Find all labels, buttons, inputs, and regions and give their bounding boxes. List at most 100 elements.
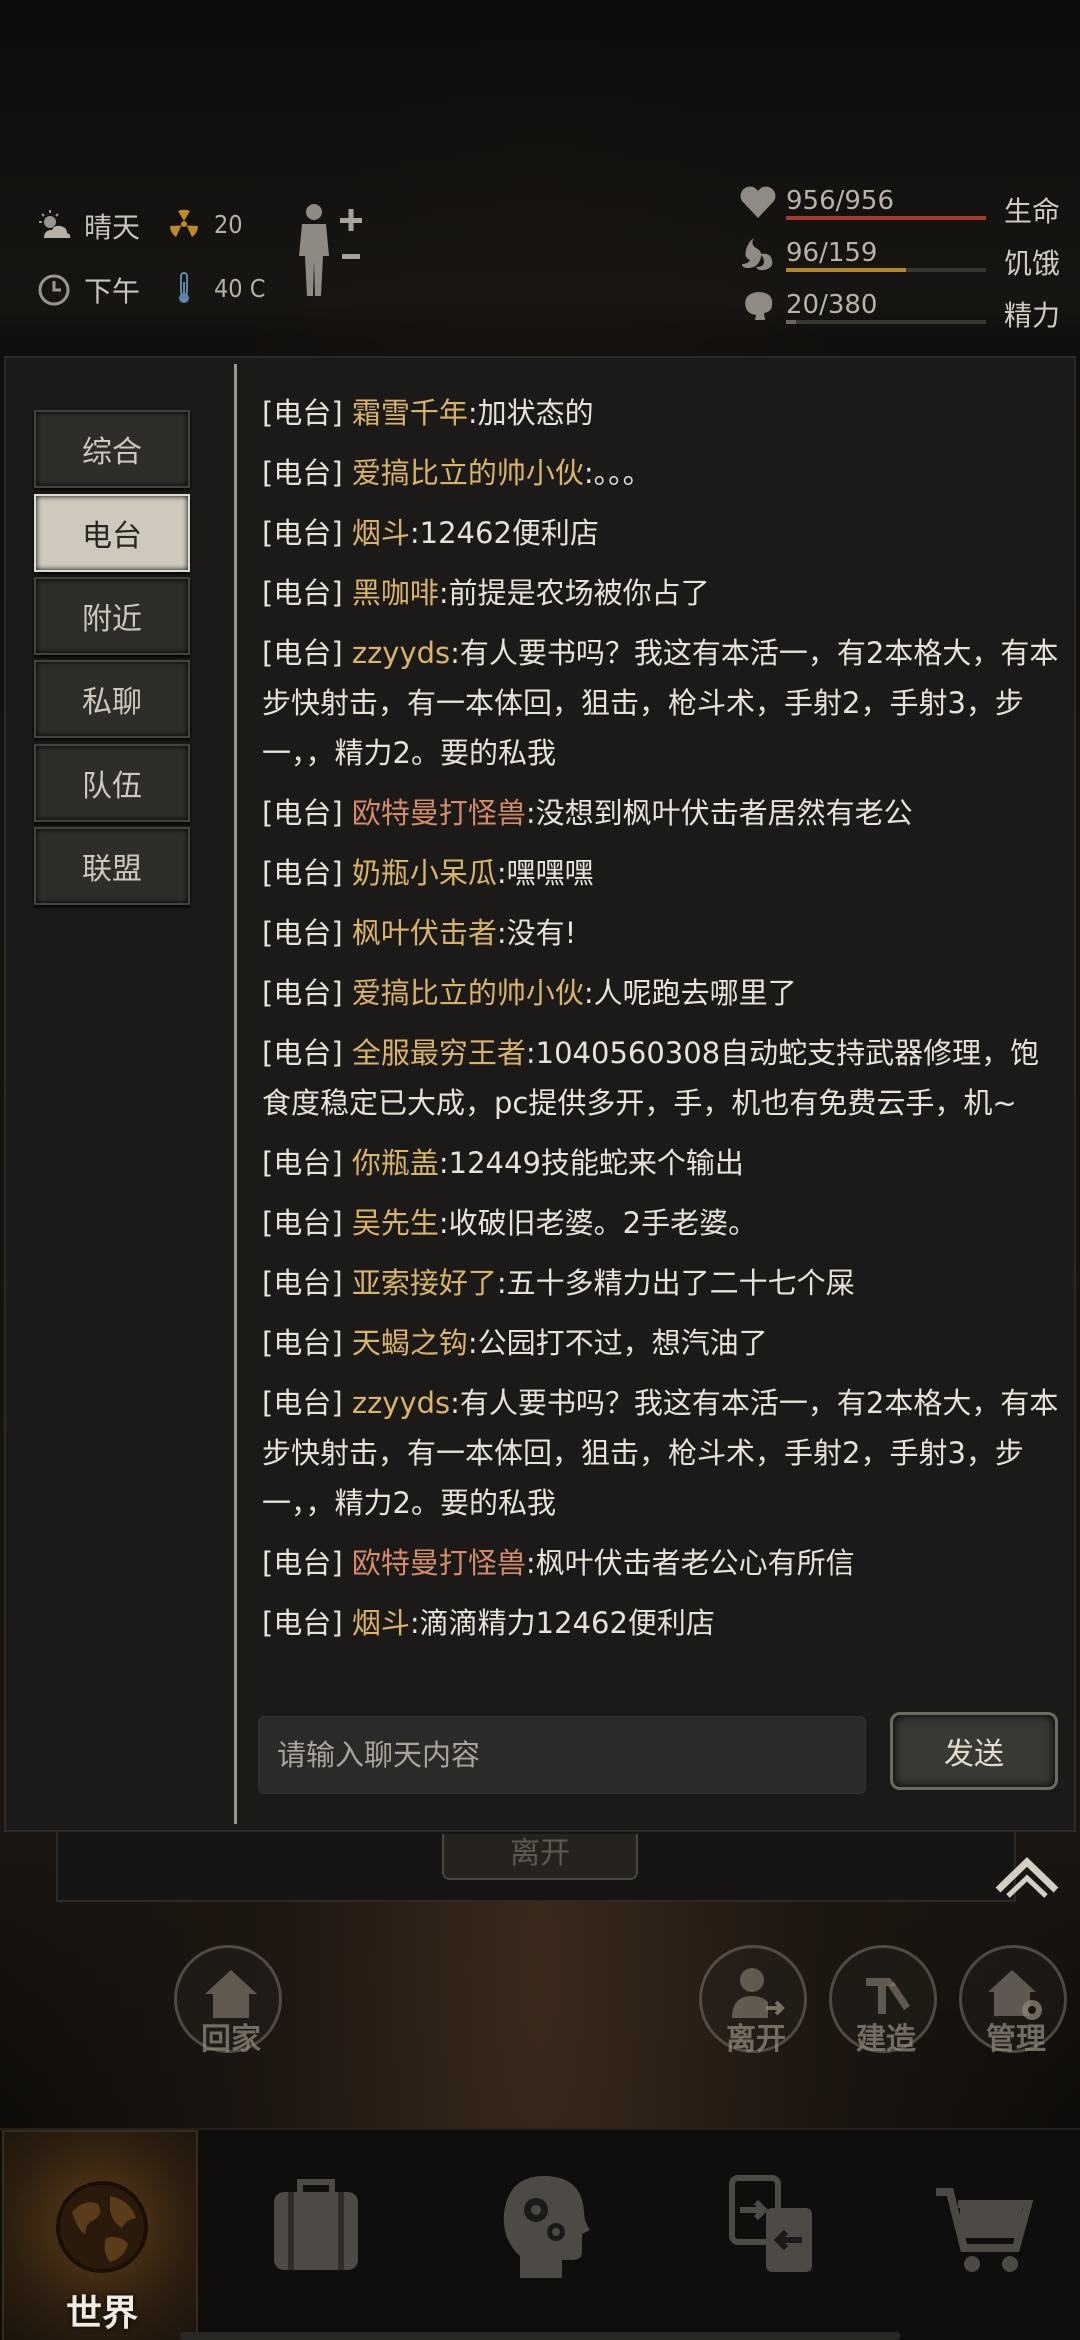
hunger-label: 饥饿 bbox=[1003, 247, 1060, 280]
chat-channel-sidebar: 综合 电台 附近 私聊 队伍 联盟 bbox=[6, 358, 234, 1830]
message-sender[interactable]: zzyyds bbox=[352, 1386, 450, 1420]
message-channel: [电台] bbox=[262, 1386, 343, 1420]
exchange-documents-icon bbox=[729, 2175, 812, 2272]
message-sender[interactable]: 烟斗 bbox=[352, 516, 410, 550]
message-channel: [电台] bbox=[262, 1266, 343, 1300]
tab-general[interactable]: 综合 bbox=[34, 410, 190, 488]
send-button[interactable]: 发送 bbox=[890, 1712, 1058, 1790]
vital-meters: 956/956 生命 96/159 饥饿 20/380 精力 bbox=[730, 178, 1060, 334]
message-sender[interactable]: 烟斗 bbox=[352, 1606, 410, 1640]
chat-message: [电台] 奶瓶小呆瓜:嘿嘿嘿 bbox=[262, 848, 1062, 898]
tab-nearby[interactable]: 附近 bbox=[34, 577, 190, 655]
message-sender[interactable]: 吴先生 bbox=[352, 1206, 439, 1240]
message-sender[interactable]: 奶瓶小呆瓜 bbox=[352, 856, 497, 890]
chat-message: [电台] zzyyds:有人要书吗？我这有本活一，有2本格大，有本步快射击，有一… bbox=[262, 1378, 1062, 1528]
health-track bbox=[786, 216, 986, 220]
time-of-day-text: 下午 bbox=[84, 275, 141, 308]
message-sender[interactable]: 欧特曼打怪兽 bbox=[352, 1546, 526, 1580]
manage-button[interactable]: 管理 bbox=[959, 1945, 1067, 2057]
health-fill bbox=[786, 216, 986, 220]
health-value: 956/956 bbox=[786, 186, 895, 216]
message-text: :枫叶伏击者老公心有所信 bbox=[525, 1546, 855, 1580]
message-sender[interactable]: 爱搞比立的帅小伙 bbox=[352, 456, 584, 490]
clock-icon bbox=[38, 274, 70, 306]
chat-message: [电台] 枫叶伏击者:没有! bbox=[262, 908, 1062, 958]
chat-message: [电台] 爱搞比立的帅小伙:人呢跑去哪里了 bbox=[262, 968, 1062, 1018]
chat-message: [电台] 天蝎之钩:公园打不过，想汽油了 bbox=[262, 1318, 1062, 1368]
chat-message: [电台] 你瓶盖:12449技能蛇来个输出 bbox=[262, 1138, 1062, 1188]
temperature-value: 40 C bbox=[214, 273, 266, 303]
chat-message: [电台] 爱搞比立的帅小伙:。。。 bbox=[262, 448, 1062, 498]
hunger-meter: 96/159 饥饿 bbox=[730, 230, 1060, 282]
weather-indicator: 晴天 bbox=[36, 206, 140, 246]
body-status-icon[interactable] bbox=[296, 200, 366, 300]
nav-shop[interactable] bbox=[886, 2130, 1080, 2340]
message-text: :加状态的 bbox=[467, 396, 594, 430]
chat-message: [电台] 亚索接好了:五十多精力出了二十七个屎 bbox=[262, 1258, 1062, 1308]
temperature-indicator: 40 C bbox=[166, 270, 265, 306]
message-text: :12449技能蛇来个输出 bbox=[438, 1146, 744, 1180]
message-sender[interactable]: zzyyds bbox=[352, 636, 450, 670]
hunger-fill bbox=[786, 268, 906, 272]
message-text: :收破旧老婆。2手老婆。 bbox=[438, 1206, 758, 1240]
home-button[interactable]: 回家 bbox=[174, 1945, 282, 2057]
tab-team[interactable]: 队伍 bbox=[34, 744, 190, 822]
globe-icon bbox=[56, 2181, 148, 2273]
energy-fill bbox=[786, 320, 796, 324]
weather-text: 晴天 bbox=[84, 211, 141, 244]
message-sender[interactable]: 爱搞比立的帅小伙 bbox=[352, 976, 584, 1010]
tab-alliance[interactable]: 联盟 bbox=[34, 827, 190, 905]
message-channel: [电台] bbox=[262, 576, 343, 610]
chat-message: [电台] 霜雪千年:加状态的 bbox=[262, 388, 1062, 438]
message-sender[interactable]: 全服最穷王者 bbox=[352, 1036, 526, 1070]
message-text: :没有! bbox=[496, 916, 577, 950]
message-sender[interactable]: 你瓶盖 bbox=[352, 1146, 439, 1180]
message-channel: [电台] bbox=[262, 456, 343, 490]
message-channel: [电台] bbox=[262, 1606, 343, 1640]
brain-icon bbox=[745, 292, 773, 320]
message-channel: [电台] bbox=[262, 516, 343, 550]
message-channel: [电台] bbox=[262, 976, 343, 1010]
stomach-icon bbox=[742, 238, 773, 271]
radiation-value: 20 bbox=[214, 209, 243, 239]
health-label: 生命 bbox=[1003, 195, 1060, 228]
radiation-indicator: 20 bbox=[166, 206, 243, 242]
nav-world[interactable]: 世界 bbox=[2, 2130, 198, 2340]
bottom-navigation: 世界 bbox=[0, 2128, 1080, 2340]
chat-message: [电台] 吴先生:收破旧老婆。2手老婆。 bbox=[262, 1198, 1062, 1248]
message-channel: [电台] bbox=[262, 1146, 343, 1180]
collapse-chevron-icon[interactable] bbox=[992, 1850, 1062, 1900]
leave-button[interactable]: 离开 bbox=[699, 1945, 807, 2057]
nav-skills[interactable] bbox=[446, 2130, 642, 2340]
home-indicator bbox=[180, 2332, 900, 2340]
energy-label: 精力 bbox=[1003, 299, 1060, 332]
chat-message: [电台] 烟斗:12462便利店 bbox=[262, 508, 1062, 558]
hunger-value: 96/159 bbox=[786, 238, 878, 268]
manage-label: 管理 bbox=[986, 2022, 1046, 2057]
tab-private[interactable]: 私聊 bbox=[34, 660, 190, 738]
chat-input-row: 请输入聊天内容 发送 bbox=[258, 1712, 1068, 1796]
chat-message: [电台] zzyyds:有人要书吗？我这有本活一，有2本格大，有本步快射击，有一… bbox=[262, 628, 1062, 778]
energy-track bbox=[786, 320, 986, 324]
health-meter: 956/956 生命 bbox=[730, 178, 1060, 230]
message-text: :人呢跑去哪里了 bbox=[583, 976, 797, 1010]
message-text: :前提是农场被你占了 bbox=[438, 576, 710, 610]
nav-trade[interactable] bbox=[674, 2130, 870, 2340]
tab-radio[interactable]: 电台 bbox=[34, 494, 190, 572]
leave-tab[interactable]: 离开 bbox=[442, 1834, 638, 1880]
message-channel: [电台] bbox=[262, 1546, 343, 1580]
message-sender[interactable]: 黑咖啡 bbox=[352, 576, 439, 610]
build-button[interactable]: 建造 bbox=[829, 1945, 937, 2057]
chat-input[interactable]: 请输入聊天内容 bbox=[258, 1716, 866, 1794]
message-sender[interactable]: 欧特曼打怪兽 bbox=[352, 796, 526, 830]
message-sender[interactable]: 霜雪千年 bbox=[352, 396, 468, 430]
message-sender[interactable]: 亚索接好了 bbox=[352, 1266, 497, 1300]
nav-backpack[interactable] bbox=[218, 2130, 414, 2340]
message-channel: [电台] bbox=[262, 856, 343, 890]
message-sender[interactable]: 天蝎之钩 bbox=[352, 1326, 468, 1360]
message-sender[interactable]: 枫叶伏击者 bbox=[352, 916, 497, 950]
radiation-icon bbox=[170, 209, 198, 237]
chat-message: [电台] 烟斗:滴滴精力12462便利店 bbox=[262, 1598, 1062, 1648]
message-channel: [电台] bbox=[262, 636, 343, 670]
message-text: :五十多精力出了二十七个屎 bbox=[496, 1266, 855, 1300]
